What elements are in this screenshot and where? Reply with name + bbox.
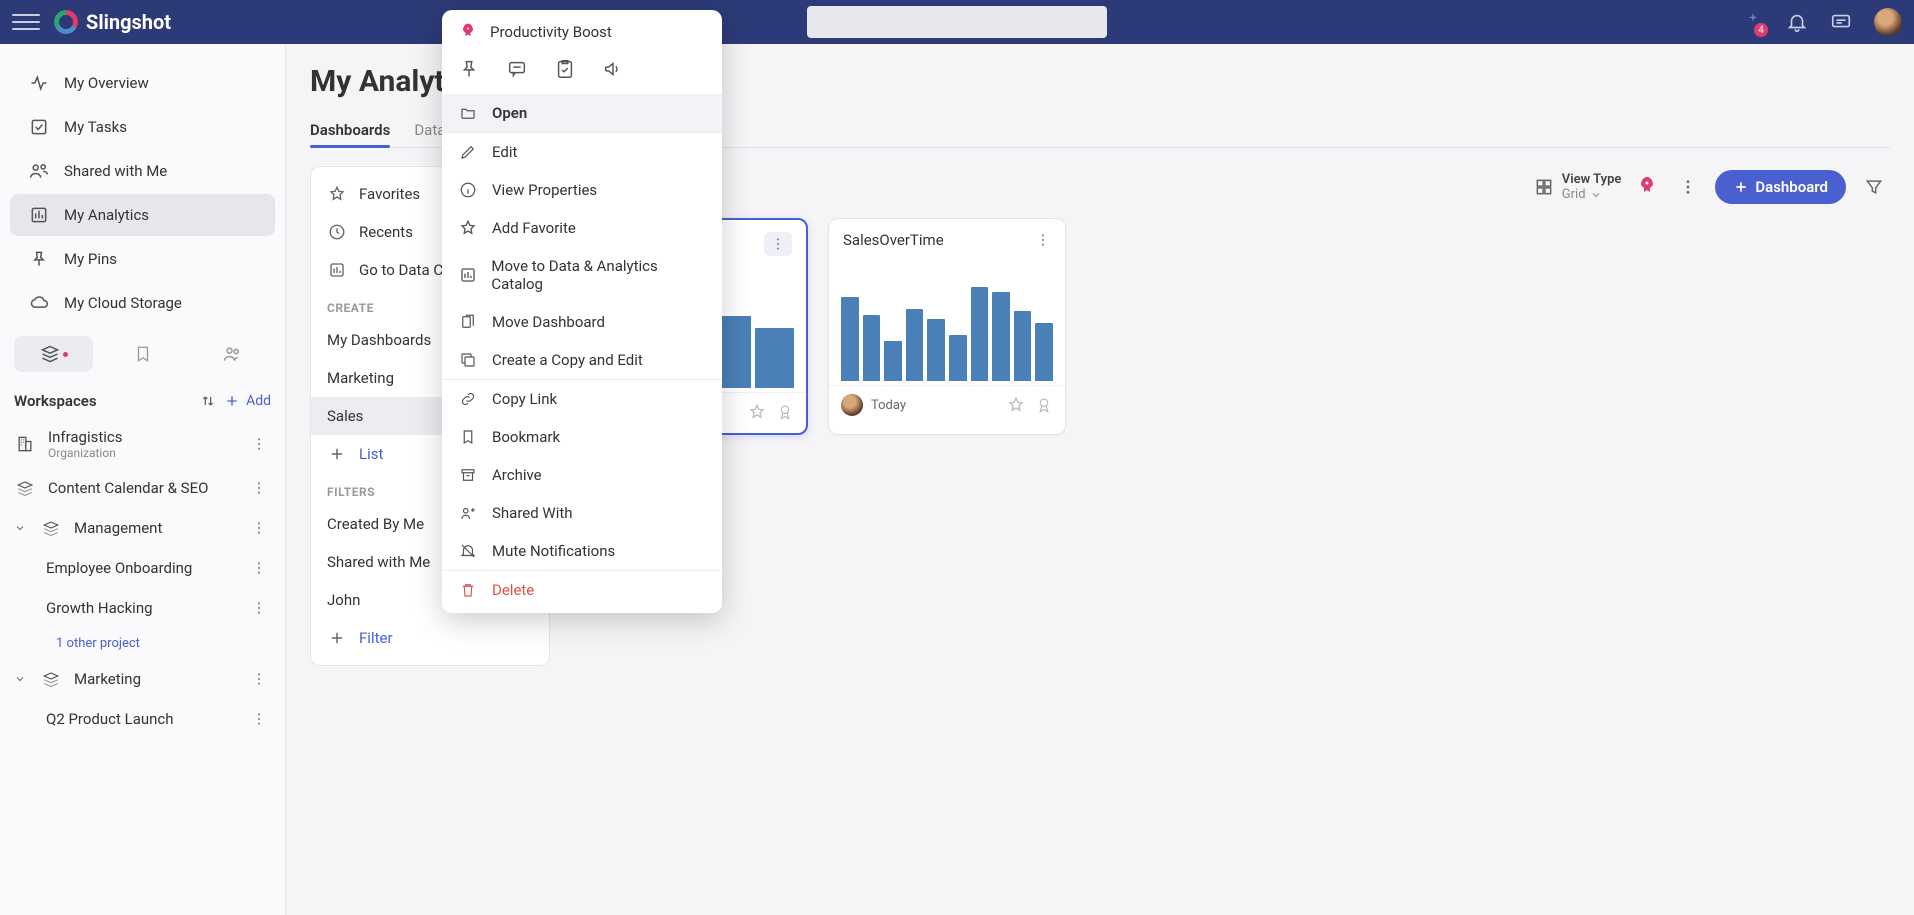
- share-icon: [458, 504, 478, 522]
- menu-item-mute-notifications[interactable]: Mute Notifications: [442, 532, 722, 570]
- menu-item-label: Mute Notifications: [492, 542, 615, 560]
- menu-item-label: Archive: [492, 466, 542, 484]
- pencil-icon: [458, 143, 478, 161]
- menu-item-label: View Properties: [492, 181, 597, 199]
- context-menu-header: Productivity Boost: [442, 10, 722, 50]
- menu-item-label: Bookmark: [492, 428, 560, 446]
- menu-item-label: Copy Link: [492, 390, 557, 408]
- context-menu-quick-actions: [442, 50, 722, 94]
- rocket-icon: [458, 22, 478, 42]
- menu-item-copy-link[interactable]: Copy Link: [442, 380, 722, 418]
- move-icon: [458, 313, 478, 331]
- context-menu: Productivity Boost Open Edit View Properti…: [442, 10, 722, 613]
- menu-item-move-dashboard[interactable]: Move Dashboard: [442, 303, 722, 341]
- context-menu-overlay[interactable]: Productivity Boost Open Edit View Properti…: [0, 0, 1914, 915]
- pin-icon[interactable]: [458, 58, 480, 80]
- menu-item-label: Add Favorite: [492, 219, 576, 237]
- mute-icon: [458, 542, 478, 560]
- copy-icon: [458, 351, 478, 369]
- menu-item-label: Edit: [492, 143, 517, 161]
- archive-icon: [458, 466, 478, 484]
- star-icon: [458, 219, 478, 237]
- bookmark-icon: [458, 428, 478, 446]
- menu-item-add-favorite[interactable]: Add Favorite: [442, 209, 722, 247]
- menu-item-move-to-data-analytics-catalog[interactable]: Move to Data & Analytics Catalog: [442, 247, 722, 303]
- menu-item-archive[interactable]: Archive: [442, 456, 722, 494]
- menu-item-label: Shared With: [492, 504, 573, 522]
- menu-item-shared-with[interactable]: Shared With: [442, 494, 722, 532]
- menu-item-label: Move Dashboard: [492, 313, 605, 331]
- menu-item-bookmark[interactable]: Bookmark: [442, 418, 722, 456]
- announce-icon[interactable]: [602, 58, 624, 80]
- menu-item-label: Create a Copy and Edit: [492, 351, 643, 369]
- link-icon: [458, 390, 478, 408]
- catalog-icon: [458, 266, 477, 284]
- menu-item-view-properties[interactable]: View Properties: [442, 171, 722, 209]
- menu-item-label: Move to Data & Analytics Catalog: [491, 257, 706, 293]
- menu-item-delete[interactable]: Delete: [442, 571, 722, 609]
- menu-item-edit[interactable]: Edit: [442, 133, 722, 171]
- context-menu-title: Productivity Boost: [490, 23, 612, 41]
- info-icon: [458, 181, 478, 199]
- menu-item-label: Open: [492, 104, 527, 122]
- comment-icon[interactable]: [506, 58, 528, 80]
- menu-item-label: Delete: [492, 581, 534, 599]
- folder-icon: [458, 104, 478, 122]
- task-icon[interactable]: [554, 58, 576, 80]
- menu-item-create-a-copy-and-edit[interactable]: Create a Copy and Edit: [442, 341, 722, 379]
- menu-item-open[interactable]: Open: [442, 94, 722, 132]
- trash-icon: [458, 581, 478, 599]
